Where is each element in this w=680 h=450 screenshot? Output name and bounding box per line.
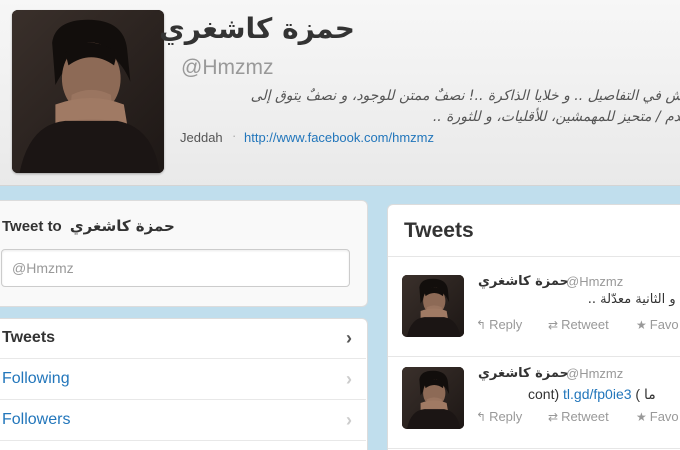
tweet-item[interactable]: حمزة كاشغري @Hmzmz ، و الثانية معدّلة ..… <box>388 265 680 357</box>
nav-item-followers[interactable]: Followers › <box>0 401 366 441</box>
tweet-text: ، و الثانية معدّلة .. <box>587 292 680 307</box>
profile-url-link[interactable]: http://www.facebook.com/hmzmz <box>244 130 434 145</box>
retweet-button[interactable]: ⇄ Retweet <box>548 317 609 332</box>
retweet-button[interactable]: ⇄ Retweet <box>548 409 609 424</box>
profile-name: حمزة كاشغري <box>159 12 355 45</box>
tweet-to-name: حمزة كاشغري <box>69 217 175 235</box>
chevron-right-icon: › <box>346 410 352 430</box>
profile-bio-line: ..يش في التفاصيل .. و خلايا الذاكرة ..! … <box>250 88 680 104</box>
favorite-label: Favo <box>649 409 679 424</box>
nav-item-label: Following <box>2 370 70 387</box>
profile-location: Jeddah <box>180 130 223 145</box>
star-icon: ★ <box>636 318 647 332</box>
star-icon: ★ <box>636 410 647 424</box>
nav-item-tweets[interactable]: Tweets › <box>0 319 366 359</box>
profile-header: حمزة كاشغري @Hmzmz ..يش في التفاصيل .. و… <box>0 0 680 186</box>
tweet-avatar[interactable] <box>402 367 464 429</box>
nav-item-label: Tweets <box>2 329 56 346</box>
tweet-item[interactable]: حمزة كاشغري @Hmzmz cont) tl.gd/fp0ie3 ( … <box>388 357 680 449</box>
favorite-button[interactable]: ★ Favo <box>636 317 679 332</box>
nav-item-label: Followers <box>2 411 71 428</box>
reply-icon: ↰ <box>476 318 487 332</box>
reply-label: Reply <box>489 409 523 424</box>
tweet-to-title: Tweet to حمزة كاشغري <box>2 217 175 235</box>
chevron-right-icon: › <box>346 328 352 348</box>
profile-bio: ..يش في التفاصيل .. و خلايا الذاكرة ..! … <box>176 86 680 128</box>
tweet-author-name[interactable]: حمزة كاشغري <box>478 274 569 289</box>
reply-label: Reply <box>489 317 523 332</box>
profile-bio-line: العدم / متحيز للمهمشين، للأقليات، و للثو… <box>432 109 680 125</box>
tweet-to-label: Tweet to <box>2 218 62 235</box>
tweet-text: cont) tl.gd/fp0ie3 ( ما <box>528 386 656 403</box>
tweet-author-name[interactable]: حمزة كاشغري <box>478 366 569 381</box>
tweet-text-prefix: cont) <box>528 386 564 402</box>
profile-avatar[interactable] <box>12 10 164 173</box>
tweet-link[interactable]: tl.gd/fp0ie3 <box>563 386 632 402</box>
tweet-text-suffix: ( ما <box>631 386 656 402</box>
tweet-author-handle[interactable]: @Hmzmz <box>566 366 623 381</box>
retweet-icon: ⇄ <box>548 410 559 424</box>
reply-icon: ↰ <box>476 410 487 424</box>
tweet-to-box: Tweet to حمزة كاشغري <box>0 200 368 307</box>
retweet-label: Retweet <box>561 409 609 424</box>
tweet-to-input[interactable] <box>1 249 350 287</box>
chevron-right-icon: › <box>346 369 352 389</box>
favorite-button[interactable]: ★ Favo <box>636 409 679 424</box>
tweet-author-handle[interactable]: @Hmzmz <box>566 274 623 289</box>
tweets-title: Tweets <box>404 219 474 242</box>
reply-button[interactable]: ↰ Reply <box>476 317 522 332</box>
profile-handle: @Hmzmz <box>181 56 274 79</box>
tweets-header: Tweets <box>388 205 680 257</box>
tweet-avatar[interactable] <box>402 275 464 337</box>
tweets-panel: Tweets حمزة كاشغري @Hmzmz ، و الثانية مع… <box>387 204 680 450</box>
nav-item-following[interactable]: Following › <box>0 360 366 400</box>
separator-dot: · <box>232 128 237 143</box>
retweet-label: Retweet <box>561 317 609 332</box>
reply-button[interactable]: ↰ Reply <box>476 409 522 424</box>
retweet-icon: ⇄ <box>548 318 559 332</box>
favorite-label: Favo <box>649 317 679 332</box>
profile-nav: Tweets › Following › Followers › <box>0 318 368 450</box>
